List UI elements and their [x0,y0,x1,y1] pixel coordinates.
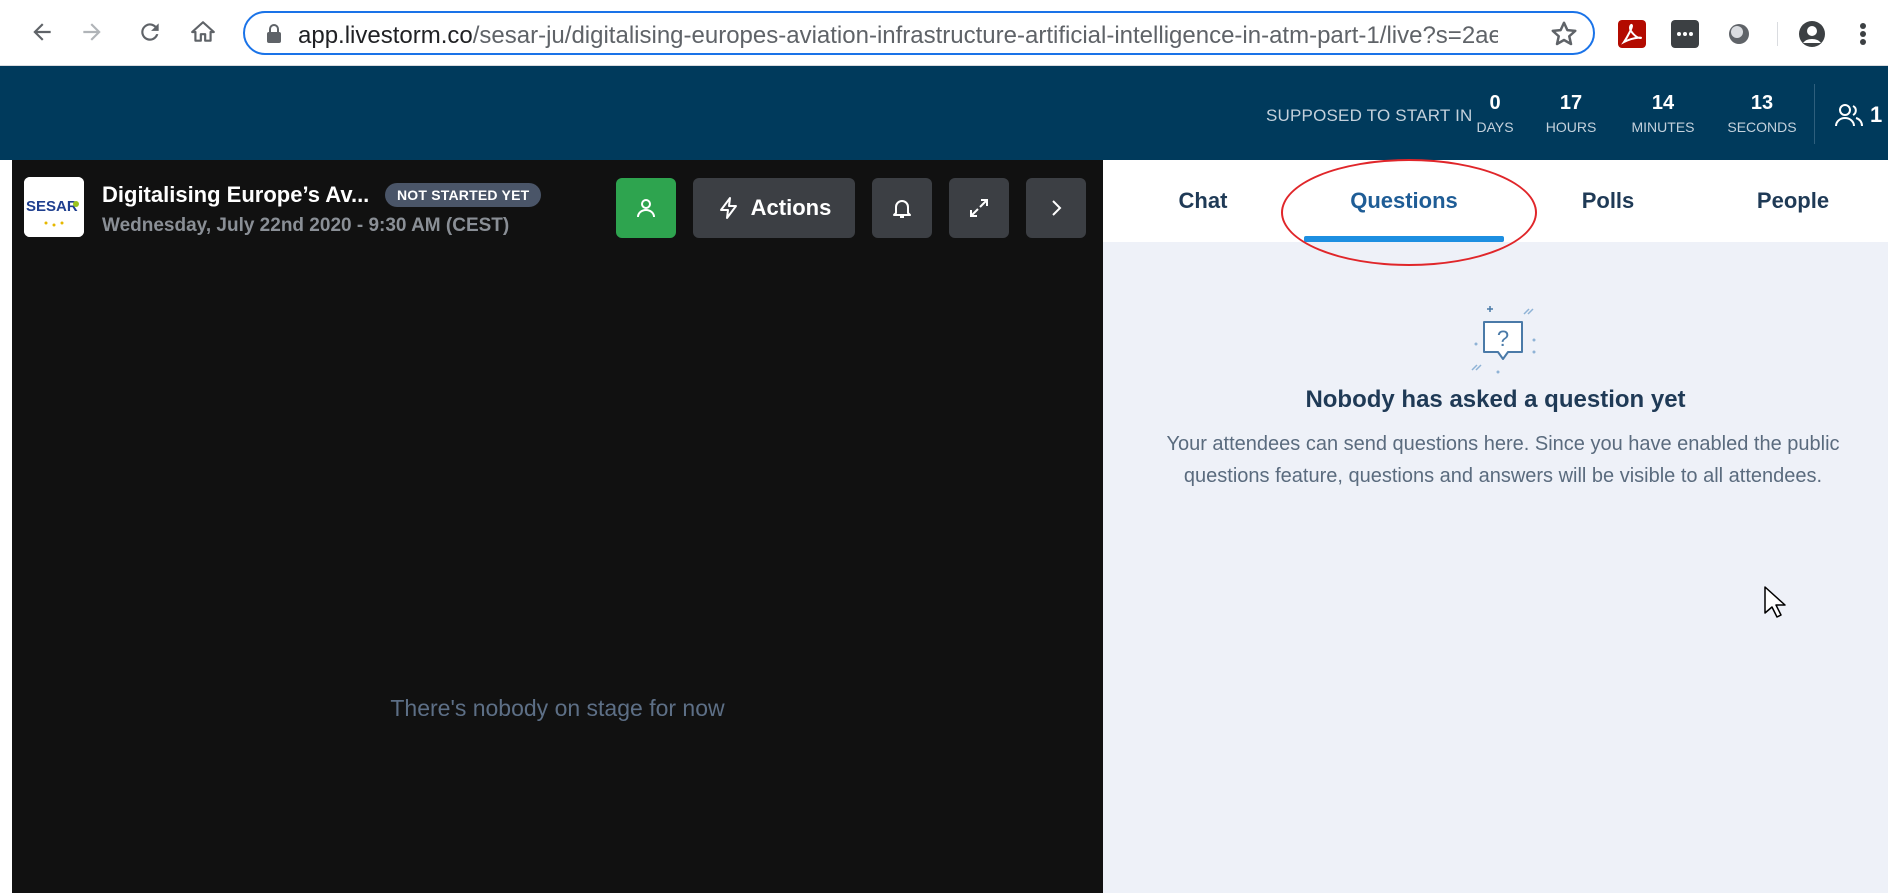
lock-icon [267,24,281,43]
reload-button[interactable] [132,14,168,50]
sesar-logo-icon: SESAR [24,177,84,237]
home-icon [191,21,215,42]
countdown-value: 0 [1489,92,1501,114]
mouse-cursor-icon [1764,586,1786,618]
profile-avatar-icon[interactable] [1798,20,1826,48]
header-divider [1814,84,1815,144]
actions-label: Actions [750,195,832,220]
countdown-days: 0 DAYS [1470,92,1520,135]
url-host: app.livestorm.co [298,22,473,49]
lightning-icon [719,197,737,219]
arrow-right-icon [83,23,101,41]
toolbar-divider [1777,22,1778,46]
event-title: Digitalising Europe’s Av... [102,182,370,207]
panel-tabs: Chat Questions Polls People [1103,160,1888,242]
forward-button[interactable] [74,14,110,50]
tab-chat[interactable]: Chat [1143,160,1263,242]
fullscreen-button[interactable] [949,178,1009,238]
password-extension-icon[interactable] [1671,20,1699,48]
countdown-value: 17 [1559,92,1583,114]
notifications-button[interactable] [872,178,932,238]
countdown-unit: HOURS [1545,119,1597,135]
pdf-extension-icon[interactable] [1618,20,1646,48]
countdown-hours: 17 HOURS [1540,92,1602,135]
empty-questions-title: Nobody has asked a question yet [1305,386,1686,413]
circle-extension-icon[interactable] [1725,20,1753,48]
countdown-label: SUPPOSED TO START IN [1266,106,1473,125]
status-badge: NOT STARTED YET [385,183,542,207]
tab-questions[interactable]: Questions [1304,160,1504,242]
user-icon [637,199,655,218]
side-panel: Chat Questions Polls People ? Nobody has… [1103,159,1888,893]
actions-button[interactable]: Actions [693,178,855,238]
kebab-menu-icon[interactable] [1856,20,1870,48]
address-bar[interactable]: app.livestorm.co/sesar-ju/digitalising-e… [243,11,1595,55]
browser-toolbar: app.livestorm.co/sesar-ju/digitalising-e… [0,0,1888,66]
empty-stage-message: There's nobody on stage for now [390,695,725,721]
svg-text:?: ? [1497,326,1509,351]
tab-polls[interactable]: Polls [1543,160,1673,242]
question-bubble-icon: ? [1471,306,1536,374]
countdown-unit: SECONDS [1727,119,1797,135]
stage-area: SESAR Digitalising Europe’s Av... NOT ST… [12,160,1103,893]
countdown-unit: DAYS [1476,119,1514,135]
event-header-bar: SUPPOSED TO START IN 0 DAYS 17 HOURS 14 … [0,66,1888,160]
organizer-logo: SESAR [24,177,84,237]
bell-icon [893,200,911,218]
countdown-unit: MINUTES [1631,119,1695,135]
countdown-minutes: 14 MINUTES [1626,92,1700,135]
chevron-right-icon [1052,200,1062,216]
collapse-panel-button[interactable] [1026,178,1086,238]
expand-icon [970,199,988,217]
users-icon [1835,104,1863,127]
active-tab-indicator [1304,236,1504,242]
join-stage-button[interactable] [616,178,676,238]
empty-questions-description: Your attendees can send questions here. … [1166,433,1840,487]
attendee-count-button[interactable]: 1 [1834,102,1882,128]
countdown-seconds: 13 SECONDS [1724,92,1800,135]
countdown-value: 13 [1750,92,1774,114]
back-button[interactable] [24,14,60,50]
bookmark-star-icon[interactable] [1549,19,1579,49]
attendee-count: 1 [1870,102,1883,127]
countdown-value: 14 [1651,92,1675,114]
reload-icon [141,23,159,41]
home-button[interactable] [185,14,221,50]
arrow-left-icon [33,23,51,41]
url-text: app.livestorm.co/sesar-ju/digitalising-e… [298,22,1498,50]
logo-text: SESAR [26,198,78,215]
event-date: Wednesday, July 22nd 2020 - 9:30 AM (CES… [102,215,510,236]
url-path: /sesar-ju/digitalising-europes-aviation-… [472,22,1498,49]
tab-people[interactable]: People [1723,160,1863,242]
